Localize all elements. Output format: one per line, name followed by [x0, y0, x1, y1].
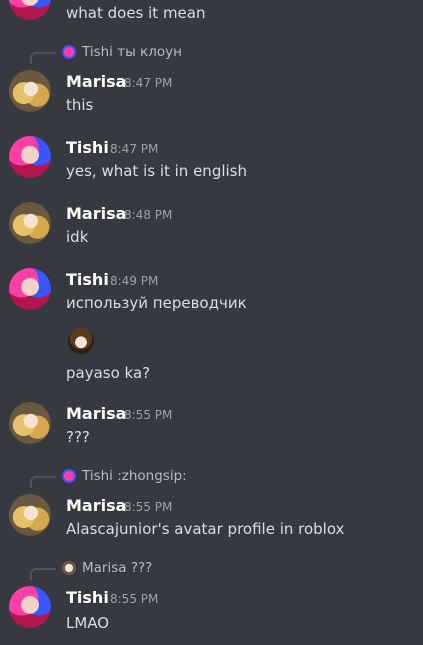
timestamp: 8:47 PM — [110, 142, 159, 156]
avatar[interactable] — [9, 402, 51, 444]
message: Marisa 8:48 PM idk — [0, 202, 423, 254]
timestamp: 8:49 PM — [110, 274, 159, 288]
reply-preview[interactable]: Marisa ??? — [82, 560, 153, 576]
avatar[interactable] — [9, 70, 51, 112]
reply-preview[interactable]: Tishi :zhongsip: — [82, 468, 187, 484]
message-text: Alascajunior's avatar profile in roblox — [66, 520, 345, 538]
author-name[interactable]: Marisa — [66, 496, 126, 515]
message-text: this — [66, 96, 94, 114]
author-name[interactable]: Tishi — [66, 270, 109, 289]
reply-avatar-icon — [62, 561, 76, 575]
timestamp: 8:55 PM — [124, 408, 173, 422]
message: Marisa ??? Tishi 8:55 PM LMAO — [0, 560, 423, 645]
message: Tishi 8:49 PM используй переводчик payas… — [0, 268, 423, 388]
message-text: idk — [66, 228, 89, 246]
author-name[interactable]: Marisa — [66, 72, 126, 91]
message-text: what does it mean — [66, 4, 206, 22]
reply-author: Tishi — [82, 468, 113, 484]
author-name[interactable]: Marisa — [66, 404, 126, 423]
message: Tishi 8:47 PM yes, what is it in english — [0, 136, 423, 188]
avatar[interactable] — [9, 268, 51, 310]
avatar[interactable] — [9, 586, 51, 628]
author-name[interactable]: Tishi — [66, 588, 109, 607]
timestamp: 8:55 PM — [124, 500, 173, 514]
reply-text: ты клоун — [117, 44, 182, 60]
timestamp: 8:47 PM — [124, 76, 173, 90]
reply-text: :zhongsip: — [117, 468, 187, 484]
reply-text: ??? — [130, 560, 153, 576]
reply-avatar-icon — [62, 45, 76, 59]
reply-connector — [30, 52, 56, 64]
message-text: используй переводчик — [66, 294, 247, 312]
avatar[interactable] — [9, 0, 51, 20]
reply-author: Marisa — [82, 560, 127, 576]
avatar[interactable] — [9, 494, 51, 536]
reply-connector — [30, 476, 56, 488]
message-text: LMAO — [66, 614, 110, 632]
reply-connector — [30, 568, 56, 580]
reply-avatar-icon — [62, 469, 76, 483]
avatar[interactable] — [9, 136, 51, 178]
reply-author: Tishi — [82, 44, 113, 60]
custom-emoji[interactable] — [68, 328, 94, 354]
message: Marisa 8:55 PM ??? — [0, 402, 423, 454]
reply-preview[interactable]: Tishi ты клоун — [82, 44, 182, 60]
message-text: yes, what is it in english — [66, 162, 247, 180]
timestamp: 8:48 PM — [124, 208, 173, 222]
message-partial: what does it mean — [0, 0, 423, 30]
message: Tishi :zhongsip: Marisa 8:55 PM Alascaju… — [0, 468, 423, 548]
message-text: ??? — [66, 428, 90, 446]
message: Tishi ты клоун Marisa 8:47 PM this — [0, 44, 423, 124]
author-name[interactable]: Tishi — [66, 138, 109, 157]
message-text-continued: payaso ka? — [66, 364, 151, 382]
timestamp: 8:55 PM — [110, 592, 159, 606]
avatar[interactable] — [9, 202, 51, 244]
author-name[interactable]: Marisa — [66, 204, 126, 223]
